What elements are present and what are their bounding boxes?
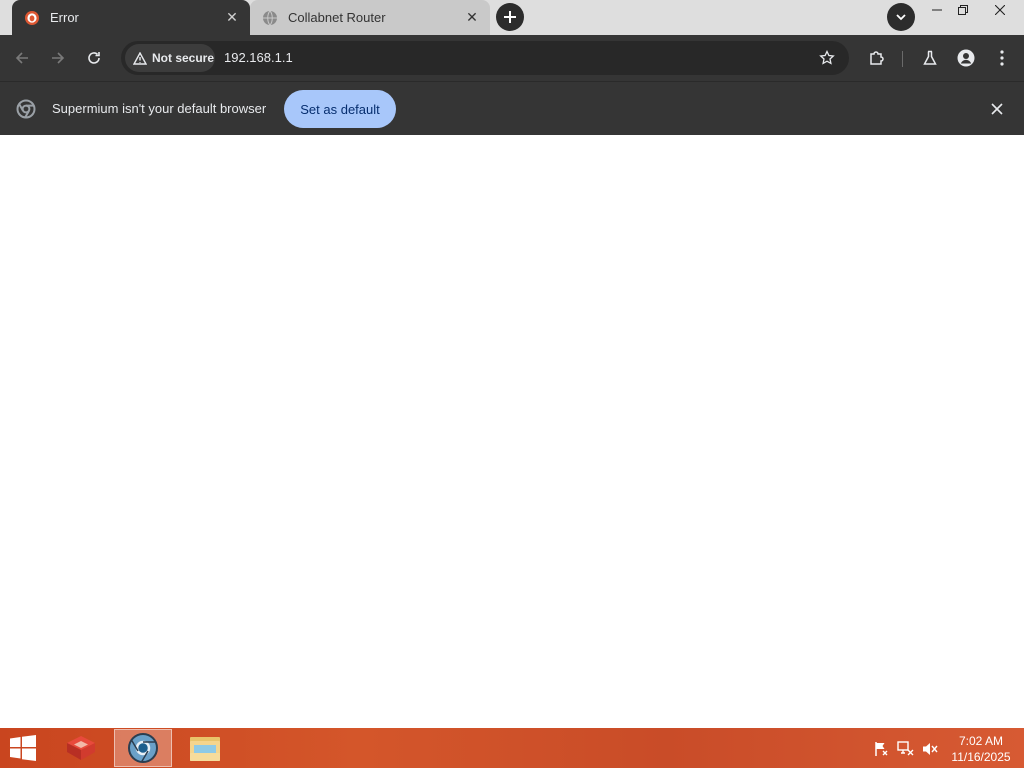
taskbar-app-browser[interactable] [114,729,172,767]
star-icon [819,50,835,65]
tab-error[interactable]: Error ✕ [12,0,250,35]
bookmark-button[interactable] [815,46,839,70]
close-icon [991,103,1003,115]
tab-title: Collabnet Router [288,10,386,25]
default-browser-infobar: Supermium isn't your default browser Set… [0,81,1024,135]
speaker-muted-icon [923,743,938,755]
plus-icon [504,11,516,23]
reload-button[interactable] [81,45,107,71]
clock-time: 7:02 AM [958,734,1004,748]
network-disconnected-icon [897,741,914,756]
tab-search-button[interactable] [887,3,915,31]
warning-icon [133,51,147,65]
security-chip-label: Not secure [152,51,215,65]
reload-icon [88,52,100,64]
menu-button[interactable] [989,45,1015,71]
clock-date: 11/16/2025 [951,750,1011,764]
flask-icon [923,50,937,65]
close-icon [995,5,1005,15]
duckduckgo-icon [25,10,39,25]
start-button[interactable] [8,734,40,762]
tab-collabnet-router[interactable]: Collabnet Router ✕ [250,0,490,35]
action-center-icon[interactable] [872,740,890,758]
avatar-icon [957,49,975,67]
toolbox-icon [67,736,95,760]
tab-strip: Error ✕ Collabnet Router ✕ [0,0,1024,35]
browser-toolbar: Not secure 192.168.1.1 [0,35,1024,81]
extensions-button[interactable] [864,45,890,71]
globe-icon [263,10,277,25]
volume-icon[interactable] [921,740,939,758]
folder-icon [190,737,220,761]
toolbar-divider [902,51,903,67]
tab-title: Error [50,10,79,25]
arrow-left-icon [15,52,28,64]
infobar-message: Supermium isn't your default browser [52,101,267,116]
back-button[interactable] [9,45,35,71]
close-icon[interactable]: ✕ [462,8,482,28]
security-chip[interactable]: Not secure [125,44,215,72]
infobar-close-button[interactable] [987,99,1007,119]
labs-button[interactable] [917,45,943,71]
profile-button[interactable] [953,45,979,71]
restore-icon [958,5,968,15]
windows-logo-icon [10,735,36,761]
window-close-button[interactable] [976,0,1024,20]
taskbar-app-toolbox[interactable] [52,729,110,767]
taskbar: 7:02 AM 11/16/2025 [0,728,1024,768]
url-text[interactable]: 192.168.1.1 [224,41,293,75]
browser-logo-icon [16,99,36,119]
puzzle-icon [870,51,884,65]
minimize-icon [932,9,942,11]
arrow-right-icon [52,52,65,64]
forward-button[interactable] [45,45,71,71]
system-clock[interactable]: 7:02 AM 11/16/2025 [946,733,1016,765]
network-icon[interactable] [897,740,915,758]
address-bar[interactable]: Not secure 192.168.1.1 [121,41,849,75]
browser-icon [128,733,158,763]
close-icon[interactable]: ✕ [222,8,242,28]
more-vert-icon [1000,50,1004,66]
minimize-button[interactable] [924,0,950,20]
flag-icon [875,742,888,756]
restore-button[interactable] [950,0,976,20]
page-content [0,135,1024,728]
set-as-default-button[interactable]: Set as default [284,90,396,128]
new-tab-button[interactable] [496,3,524,31]
chevron-down-icon [896,14,906,21]
taskbar-app-file-explorer[interactable] [176,729,234,767]
